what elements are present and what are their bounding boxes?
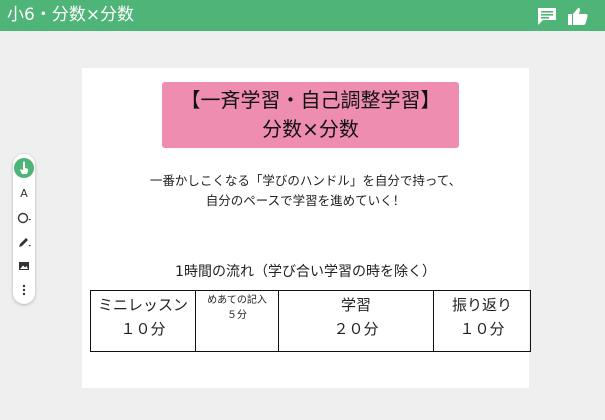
slide-canvas: 【一斉学習・自己調整学習】 分数×分数 一番かしこくなる「学びのハンドル」を自分… xyxy=(82,68,531,388)
thumbs-up-icon[interactable] xyxy=(567,6,589,26)
pen-tool-icon[interactable] xyxy=(16,234,32,250)
title-banner: 【一斉学習・自己調整学習】 分数×分数 xyxy=(162,82,459,148)
flow-cell-mini-lesson: ミニレッスン １０分 xyxy=(90,290,196,352)
comment-icon[interactable] xyxy=(536,6,558,26)
more-options-icon[interactable] xyxy=(16,282,32,298)
flow-title: 1時間の流れ（学び合い学習の時を除く） xyxy=(175,264,436,280)
pointer-hand-icon[interactable] xyxy=(14,158,34,178)
top-bar: 小6・分数×分数 xyxy=(0,0,605,31)
banner-subheading: 分数×分数 xyxy=(262,117,359,141)
flow-cell-goal-entry: めあての記入 ５分 xyxy=(195,290,279,352)
flow-cell-label: 学習 xyxy=(340,296,371,314)
flow-cell-time: ２０分 xyxy=(333,320,379,338)
lesson-title: 小6・分数×分数 xyxy=(7,5,135,25)
drawing-toolbar: A xyxy=(13,154,35,304)
flow-cell-time: ５分 xyxy=(227,310,247,321)
flow-cell-time: １０分 xyxy=(120,320,166,338)
flow-cell-time: １０分 xyxy=(459,320,505,338)
description-text: 一番かしこくなる「学びのハンドル」を自分で持って、 自分のペースで学習を進めてい… xyxy=(82,171,529,211)
shape-tool-icon[interactable] xyxy=(16,210,32,226)
banner-heading: 【一斉学習・自己調整学習】 xyxy=(180,88,441,112)
image-tool-icon[interactable] xyxy=(16,258,32,274)
flow-cell-label: めあての記入 xyxy=(207,295,267,306)
table-row: ミニレッスン １０分 めあての記入 ５分 学習 ２０分 振り返り １０分 xyxy=(90,290,531,352)
description-line-1: 一番かしこくなる「学びのハンドル」を自分で持って、 xyxy=(149,173,462,188)
flow-cell-label: 振り返り xyxy=(451,296,512,314)
description-line-2: 自分のペースで学習を進めていく！ xyxy=(205,193,406,208)
text-tool-icon[interactable]: A xyxy=(16,186,32,202)
lesson-flow-table: ミニレッスン １０分 めあての記入 ５分 学習 ２０分 振り返り １０分 xyxy=(90,290,531,352)
flow-cell-study: 学習 ２０分 xyxy=(278,290,434,352)
flow-cell-label: ミニレッスン xyxy=(97,296,188,314)
flow-cell-reflection: 振り返り １０分 xyxy=(433,290,531,352)
